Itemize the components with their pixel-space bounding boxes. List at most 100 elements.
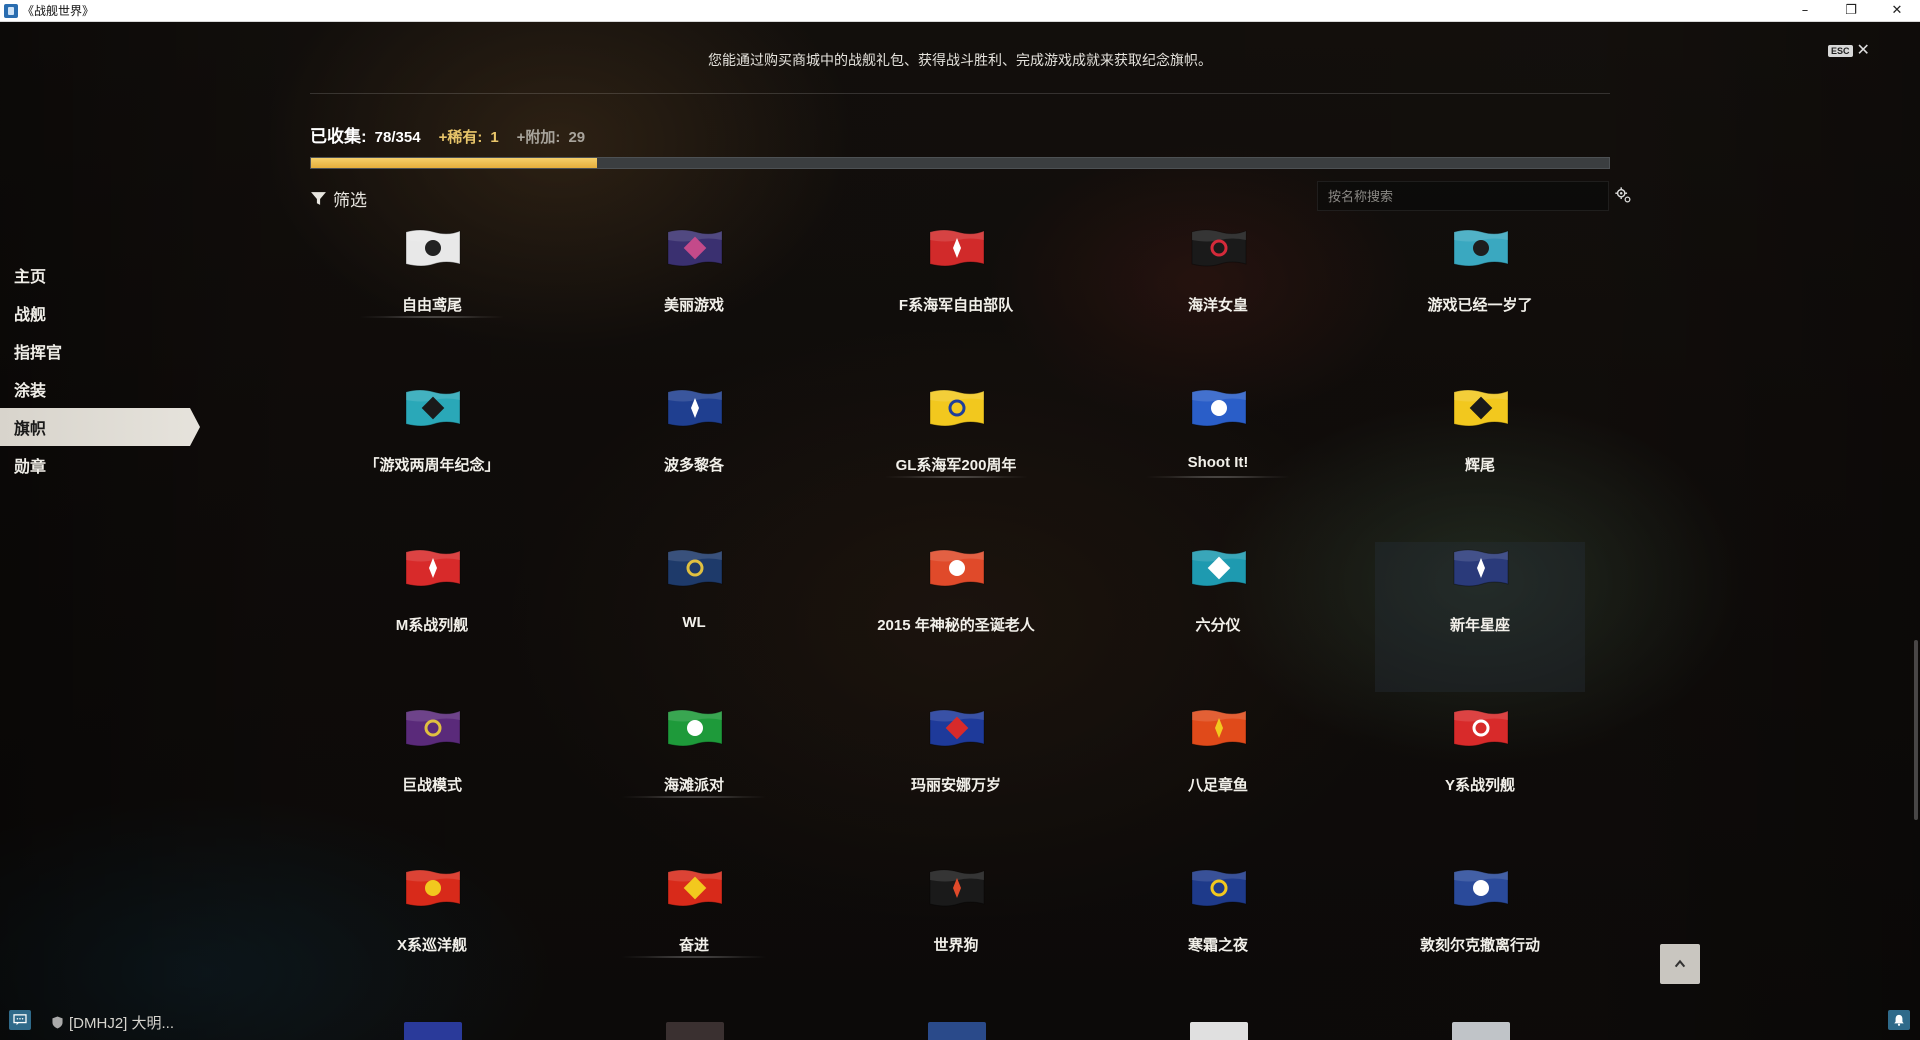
heraldic-flag-icon [666, 866, 724, 908]
flag-label: 六分仪 [1195, 617, 1241, 634]
flag-card[interactable]: 玛丽安娜万岁 [851, 702, 1061, 852]
minimize-button[interactable]: – [1782, 0, 1828, 22]
rare-label: +稀有: [438, 129, 483, 146]
scrollbar[interactable] [1914, 640, 1918, 820]
free-french-cross-flag-icon [928, 226, 986, 268]
flag-card[interactable]: 八足章鱼 [1113, 702, 1323, 852]
hover-underline [1143, 476, 1293, 478]
flag-card[interactable]: 世界狗 [851, 862, 1061, 1012]
skull-santa-flag-icon [928, 546, 986, 588]
flag-label: 玛丽安娜万岁 [910, 777, 1001, 794]
compass-star-flag-icon [1190, 866, 1248, 908]
wolf-head-flag-icon [928, 866, 986, 908]
flag-card[interactable]: WL [589, 542, 799, 692]
scroll-to-top-button[interactable] [1660, 944, 1700, 984]
close-window-button[interactable]: ✕ [1874, 0, 1920, 22]
flag-card[interactable]: 美丽游戏 [589, 222, 799, 372]
sextant-flag-icon [1190, 546, 1248, 588]
esc-close-button[interactable]: ESC ✕ [1828, 42, 1870, 59]
flag-label: 世界狗 [933, 937, 979, 954]
flag-card[interactable]: F系海军自由部队 [851, 222, 1061, 372]
app-icon [4, 3, 18, 18]
flag-label: 海滩派对 [663, 777, 724, 794]
flag-card[interactable]: Y系战列舰 [1375, 702, 1585, 852]
flag-label: F系海军自由部队 [898, 297, 1014, 314]
flag-label: 自由鸢尾 [401, 297, 462, 314]
filter-button[interactable]: 筛选 [310, 186, 367, 211]
bell-icon [1894, 1014, 1904, 1026]
flag-card[interactable]: 辉尾 [1375, 382, 1585, 532]
extra-label: +附加: [516, 129, 561, 146]
nav-item[interactable]: 旗帜 [0, 408, 200, 446]
restore-button[interactable]: ❐ [1828, 0, 1874, 22]
red-cross-crest-flag-icon [1452, 706, 1510, 748]
search-settings-button[interactable] [1612, 184, 1634, 206]
filter-label: 筛选 [333, 191, 367, 210]
flag-label: 寒霜之夜 [1187, 937, 1248, 954]
flag-label: 「游戏两周年纪念」 [364, 457, 500, 474]
beach-cocktail-flag-icon [666, 706, 724, 748]
partial-flag-icon[interactable] [404, 1022, 462, 1040]
gran-colombia-flag-icon [928, 386, 986, 428]
bird-emblem-flag-icon [404, 546, 462, 588]
flag-label: Shoot It! [1187, 454, 1249, 471]
flag-card[interactable]: 新年星座 [1375, 542, 1585, 692]
info-divider [310, 93, 1610, 94]
flag-card[interactable]: 寒霜之夜 [1113, 862, 1323, 1012]
hazard-stripe-flag-icon [1452, 386, 1510, 428]
flag-label: Y系战列舰 [1444, 777, 1515, 794]
close-icon: ✕ [1856, 42, 1870, 59]
nav-item[interactable]: 涂装 [0, 370, 200, 408]
flag-card[interactable]: 六分仪 [1113, 542, 1323, 692]
flag-card[interactable]: 2015 年神秘的圣诞老人 [851, 542, 1061, 692]
flag-card[interactable]: Shoot It! [1113, 382, 1323, 532]
window-titlebar: 《战舰世界》 – ❐ ✕ [0, 0, 1920, 22]
chat-icon [13, 1014, 27, 1026]
nav-item[interactable]: 指挥官 [0, 332, 200, 370]
flag-label: 海洋女皇 [1187, 297, 1248, 314]
flag-label: 波多黎各 [663, 457, 724, 474]
partial-flag-icon[interactable] [928, 1022, 986, 1040]
flag-card[interactable]: 游戏已经一岁了 [1375, 222, 1585, 372]
partial-flag-icon[interactable] [1190, 1022, 1248, 1040]
collected-label: 已收集: [310, 127, 367, 146]
flag-card[interactable]: 波多黎各 [589, 382, 799, 532]
flag-card[interactable]: 海洋女皇 [1113, 222, 1323, 372]
crossed-swords-flag-icon [1452, 866, 1510, 908]
flag-card[interactable]: M系战列舰 [327, 542, 537, 692]
extra-value: 29 [568, 129, 586, 146]
hover-underline [619, 956, 769, 958]
flag-card[interactable]: 「游戏两周年纪念」 [327, 382, 537, 532]
hover-underline [619, 796, 769, 798]
chat-button[interactable] [9, 1010, 31, 1030]
side-nav: 主页 战舰 指挥官 涂装 旗帜 勋章 [0, 256, 200, 484]
shield-icon [52, 1016, 63, 1029]
flag-label: 辉尾 [1464, 457, 1495, 474]
partial-flag-icon[interactable] [1452, 1022, 1510, 1040]
heart-crown-flag-icon [1190, 226, 1248, 268]
flag-label: GL系海军200周年 [895, 457, 1017, 474]
flag-card[interactable]: 敦刻尔克撤离行动 [1375, 862, 1585, 1012]
flag-card[interactable]: GL系海军200周年 [851, 382, 1061, 532]
flag-label: X系巡洋舰 [396, 937, 467, 954]
esc-key-badge: ESC [1828, 45, 1853, 57]
flag-card[interactable]: X系巡洋舰 [327, 862, 537, 1012]
flag-card[interactable]: 自由鸢尾 [327, 222, 537, 372]
clan-info[interactable]: [DMHJ2] 大明... [52, 1012, 174, 1033]
collection-progress-bar [310, 157, 1610, 169]
flag-card[interactable]: 奋进 [589, 862, 799, 1012]
notifications-button[interactable] [1888, 1010, 1910, 1030]
flag-card[interactable]: 海滩派对 [589, 702, 799, 852]
nav-item[interactable]: 战舰 [0, 294, 200, 332]
flag-label: 新年星座 [1449, 617, 1510, 634]
puerto-rico-flag-icon [666, 386, 724, 428]
flag-card[interactable]: 巨战模式 [327, 702, 537, 852]
flag-grid: 自由鸢尾 美丽游戏 F系海军自由部队 海洋女皇 游戏已经一岁了 「游戏两周年纪念… [327, 222, 1627, 1040]
info-text: 您能通过购买商城中的战舰礼包、获得战斗胜利、完成游戏成就来获取纪念旗帜。 [708, 52, 1212, 68]
nav-item[interactable]: 主页 [0, 256, 200, 294]
search-input[interactable] [1317, 181, 1609, 211]
octopus-diamond-flag-icon [1190, 706, 1248, 748]
nav-item[interactable]: 勋章 [0, 446, 200, 484]
partial-flag-icon[interactable] [666, 1022, 724, 1040]
hover-underline [357, 316, 507, 318]
